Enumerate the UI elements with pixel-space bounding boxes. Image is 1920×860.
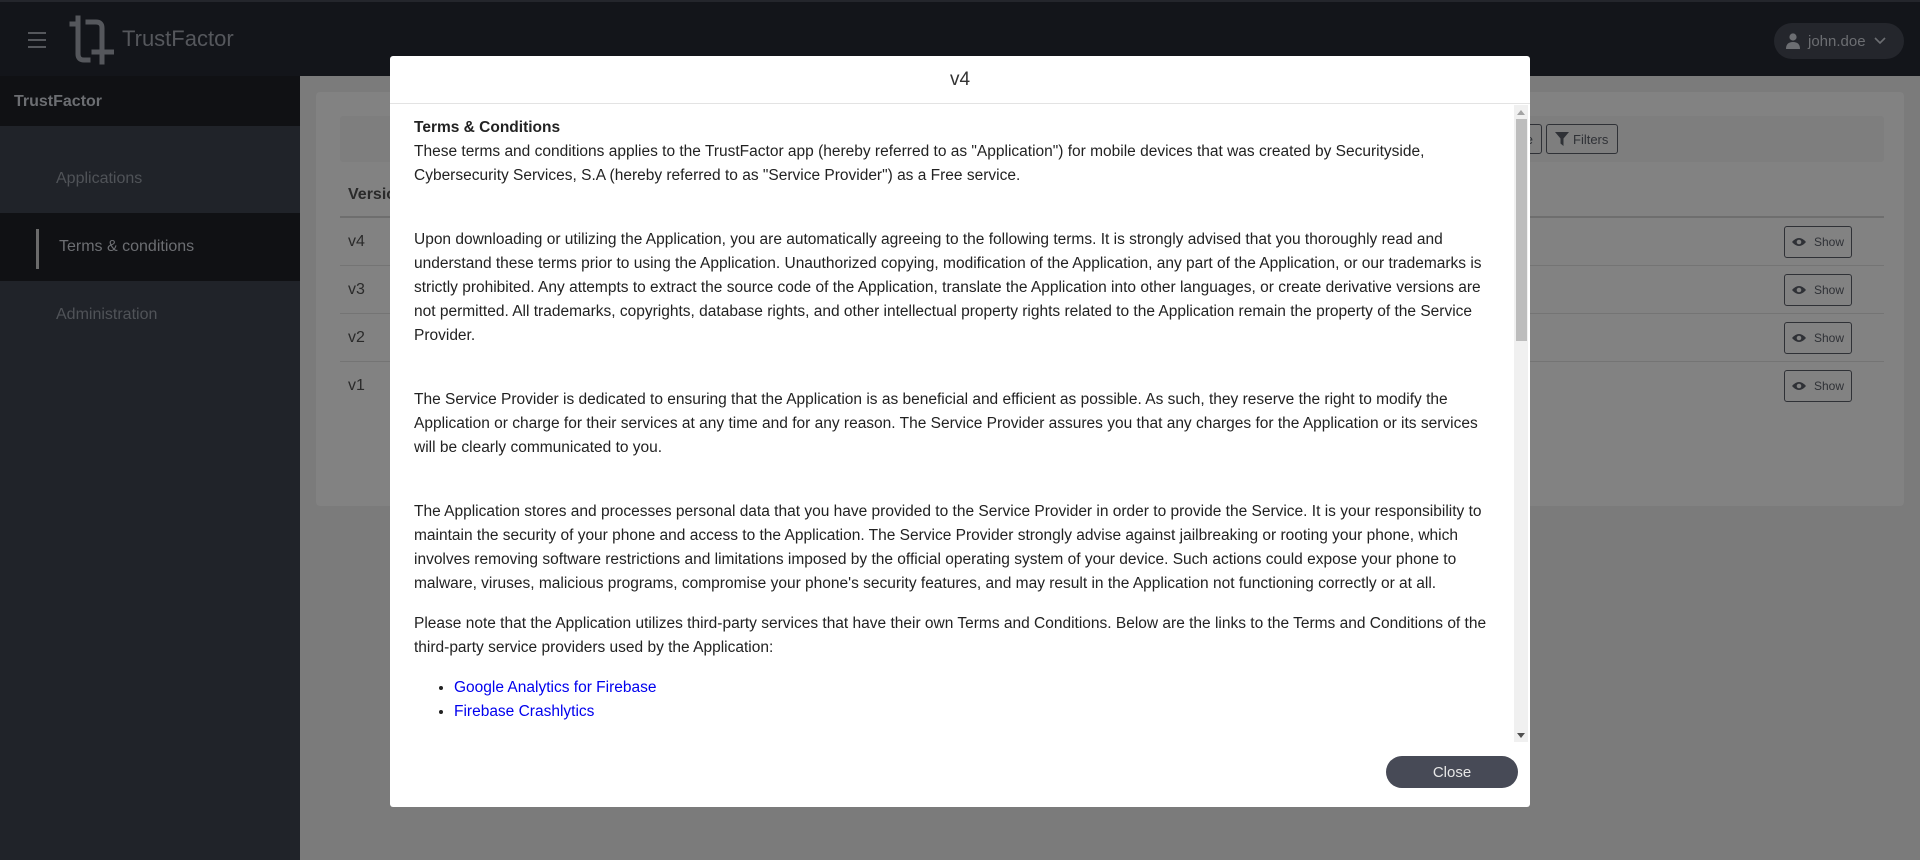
scrollbar-thumb[interactable] — [1516, 119, 1527, 341]
user-icon — [1786, 33, 1800, 49]
terms-paragraph: These terms and conditions applies to th… — [414, 143, 1425, 184]
terms-paragraph: The Service Provider is dedicated to ens… — [414, 391, 1478, 456]
google-analytics-firebase-link[interactable]: Google Analytics for Firebase — [454, 679, 656, 696]
username: john.doe — [1808, 32, 1866, 50]
scroll-up-arrow-icon[interactable] — [1517, 110, 1525, 115]
chevron-down-icon — [1873, 37, 1886, 45]
eye-icon — [1791, 333, 1806, 342]
modal-scrollbar[interactable] — [1514, 105, 1528, 742]
eye-icon — [1791, 382, 1806, 390]
sidebar-item-label: Administration — [56, 306, 158, 323]
show-button[interactable]: Show — [1784, 321, 1852, 354]
sidebar-item-label: Applications — [56, 170, 143, 187]
show-button[interactable]: Show — [1784, 370, 1852, 402]
scroll-down-arrow-icon[interactable] — [1517, 733, 1525, 738]
user-menu-button[interactable]: john.doe — [1774, 23, 1904, 59]
filter-icon — [1555, 132, 1569, 146]
sidebar-item-administration[interactable]: Administration — [0, 281, 300, 349]
modal-title: v4 — [949, 68, 971, 90]
sidebar-item-applications[interactable]: Applications — [0, 145, 300, 213]
version-cell: v1 — [348, 377, 365, 394]
filters-label: Filters — [1573, 131, 1609, 147]
sidebar-title: TrustFactor — [0, 76, 300, 126]
terms-modal: v4 Terms & Conditions These terms and co… — [390, 56, 1530, 807]
show-label: Show — [1813, 282, 1845, 297]
modal-body[interactable]: Terms & Conditions These terms and condi… — [390, 105, 1530, 742]
hamburger-menu-icon[interactable] — [28, 32, 46, 48]
terms-paragraph: The Application stores and processes per… — [414, 503, 1482, 592]
terms-paragraph: Upon downloading or utilizing the Applic… — [414, 231, 1482, 344]
show-label: Show — [1813, 234, 1845, 249]
filters-button[interactable]: Filters — [1546, 124, 1618, 154]
modal-footer: Close — [390, 743, 1530, 807]
third-party-links-list: Google Analytics for Firebase Firebase C… — [454, 676, 1490, 724]
terms-paragraph: Please note that the Application utilize… — [414, 615, 1487, 656]
terms-heading: Terms & Conditions — [414, 119, 561, 136]
show-button[interactable]: Show — [1784, 273, 1852, 306]
list-item: Google Analytics for Firebase — [454, 676, 1490, 700]
show-button[interactable]: Show — [1784, 225, 1852, 258]
firebase-crashlytics-link[interactable]: Firebase Crashlytics — [454, 703, 594, 720]
eye-icon — [1791, 285, 1806, 294]
eye-icon — [1791, 237, 1806, 246]
show-label: Show — [1813, 330, 1845, 345]
sidebar-item-terms-conditions[interactable]: Terms & conditions — [0, 213, 300, 281]
version-cell: v2 — [348, 328, 365, 346]
sidebar: TrustFactor Applications Terms & conditi… — [0, 76, 300, 860]
show-label: Show — [1813, 379, 1845, 393]
list-item: Firebase Crashlytics — [454, 700, 1490, 724]
close-button[interactable]: Close — [1386, 756, 1518, 788]
version-cell: v4 — [348, 232, 365, 250]
brand-name: TrustFactor — [122, 26, 234, 51]
trustfactor-logo-icon — [69, 15, 114, 65]
sidebar-item-label: Terms & conditions — [59, 238, 195, 255]
version-cell: v3 — [348, 280, 365, 298]
modal-header: v4 — [390, 56, 1530, 104]
terms-content: Terms & Conditions These terms and condi… — [390, 105, 1514, 724]
